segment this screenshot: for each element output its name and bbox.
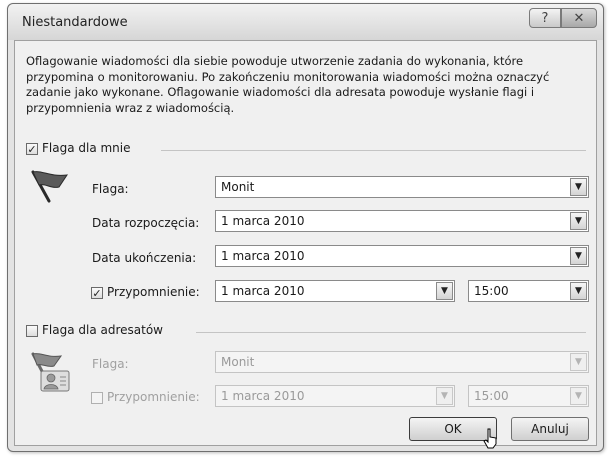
chevron-down-icon[interactable]: ▼ bbox=[570, 282, 587, 300]
reminder-time-select[interactable]: 15:00 ▼ bbox=[468, 280, 589, 302]
flag-for-recipients-label: Flaga dla adresatów bbox=[42, 323, 163, 337]
recipient-reminder-label: Przypomnienie: bbox=[107, 390, 200, 404]
recipient-flag-value: Monit bbox=[221, 355, 255, 369]
dialog-title: Niestandardowe bbox=[22, 15, 128, 30]
flag-for-me-separator bbox=[161, 150, 586, 151]
start-date-select[interactable]: 1 marca 2010 ▼ bbox=[215, 210, 589, 232]
due-date-select[interactable]: 1 marca 2010 ▼ bbox=[215, 245, 589, 267]
flag-icon bbox=[31, 170, 69, 203]
chevron-down-icon[interactable]: ▼ bbox=[570, 387, 587, 405]
custom-flag-dialog: Niestandardowe ? ✕ Oflagowanie wiadomośc… bbox=[7, 3, 604, 452]
reminder-date-value: 1 marca 2010 bbox=[221, 284, 305, 298]
recipient-reminder-time-value: 15:00 bbox=[474, 389, 509, 403]
reminder-date-select[interactable]: 1 marca 2010 ▼ bbox=[215, 280, 455, 302]
flag-for-recipients-checkbox[interactable] bbox=[26, 325, 38, 337]
flag-select[interactable]: Monit ▼ bbox=[215, 176, 589, 198]
reminder-checkbox[interactable]: ✓ bbox=[91, 287, 103, 299]
flag-for-recipients-separator bbox=[196, 332, 586, 333]
flag-for-me-checkbox[interactable]: ✓ bbox=[26, 143, 38, 155]
reminder-label: Przypomnienie: bbox=[107, 285, 200, 299]
chevron-down-icon[interactable]: ▼ bbox=[570, 247, 587, 265]
description-text: Oflagowanie wiadomości dla siebie powodu… bbox=[26, 54, 550, 115]
chevron-down-icon[interactable]: ▼ bbox=[570, 212, 587, 230]
recipient-reminder-time-select[interactable]: 15:00 ▼ bbox=[468, 385, 589, 407]
recipient-reminder-date-value: 1 marca 2010 bbox=[221, 389, 305, 403]
recipient-flag-label: Flaga: bbox=[92, 357, 129, 371]
cancel-button[interactable]: Anuluj bbox=[511, 417, 589, 441]
chevron-down-icon[interactable]: ▼ bbox=[570, 353, 587, 371]
chevron-down-icon[interactable]: ▼ bbox=[436, 387, 453, 405]
recipient-reminder-date-select[interactable]: 1 marca 2010 ▼ bbox=[215, 385, 455, 407]
start-date-label: Data rozpoczęcia: bbox=[92, 216, 200, 230]
dialog-body: Oflagowanie wiadomości dla siebie powodu… bbox=[14, 40, 597, 449]
recipient-flag-icon bbox=[31, 352, 70, 392]
recipient-flag-select[interactable]: Monit ▼ bbox=[215, 351, 589, 373]
due-date-value: 1 marca 2010 bbox=[221, 249, 305, 263]
flag-for-me-label: Flaga dla mnie bbox=[42, 141, 131, 155]
due-date-label: Data ukończenia: bbox=[92, 251, 197, 265]
close-button[interactable]: ✕ bbox=[561, 8, 597, 28]
reminder-time-value: 15:00 bbox=[474, 284, 509, 298]
help-button[interactable]: ? bbox=[529, 8, 561, 28]
start-date-value: 1 marca 2010 bbox=[221, 214, 305, 228]
chevron-down-icon[interactable]: ▼ bbox=[436, 282, 453, 300]
chevron-down-icon[interactable]: ▼ bbox=[570, 178, 587, 196]
title-bar: Niestandardowe ? ✕ bbox=[8, 4, 603, 40]
flag-label: Flaga: bbox=[92, 182, 129, 196]
recipient-reminder-checkbox[interactable] bbox=[91, 392, 103, 404]
mouse-cursor-icon bbox=[483, 428, 497, 449]
flag-value: Monit bbox=[221, 180, 255, 194]
